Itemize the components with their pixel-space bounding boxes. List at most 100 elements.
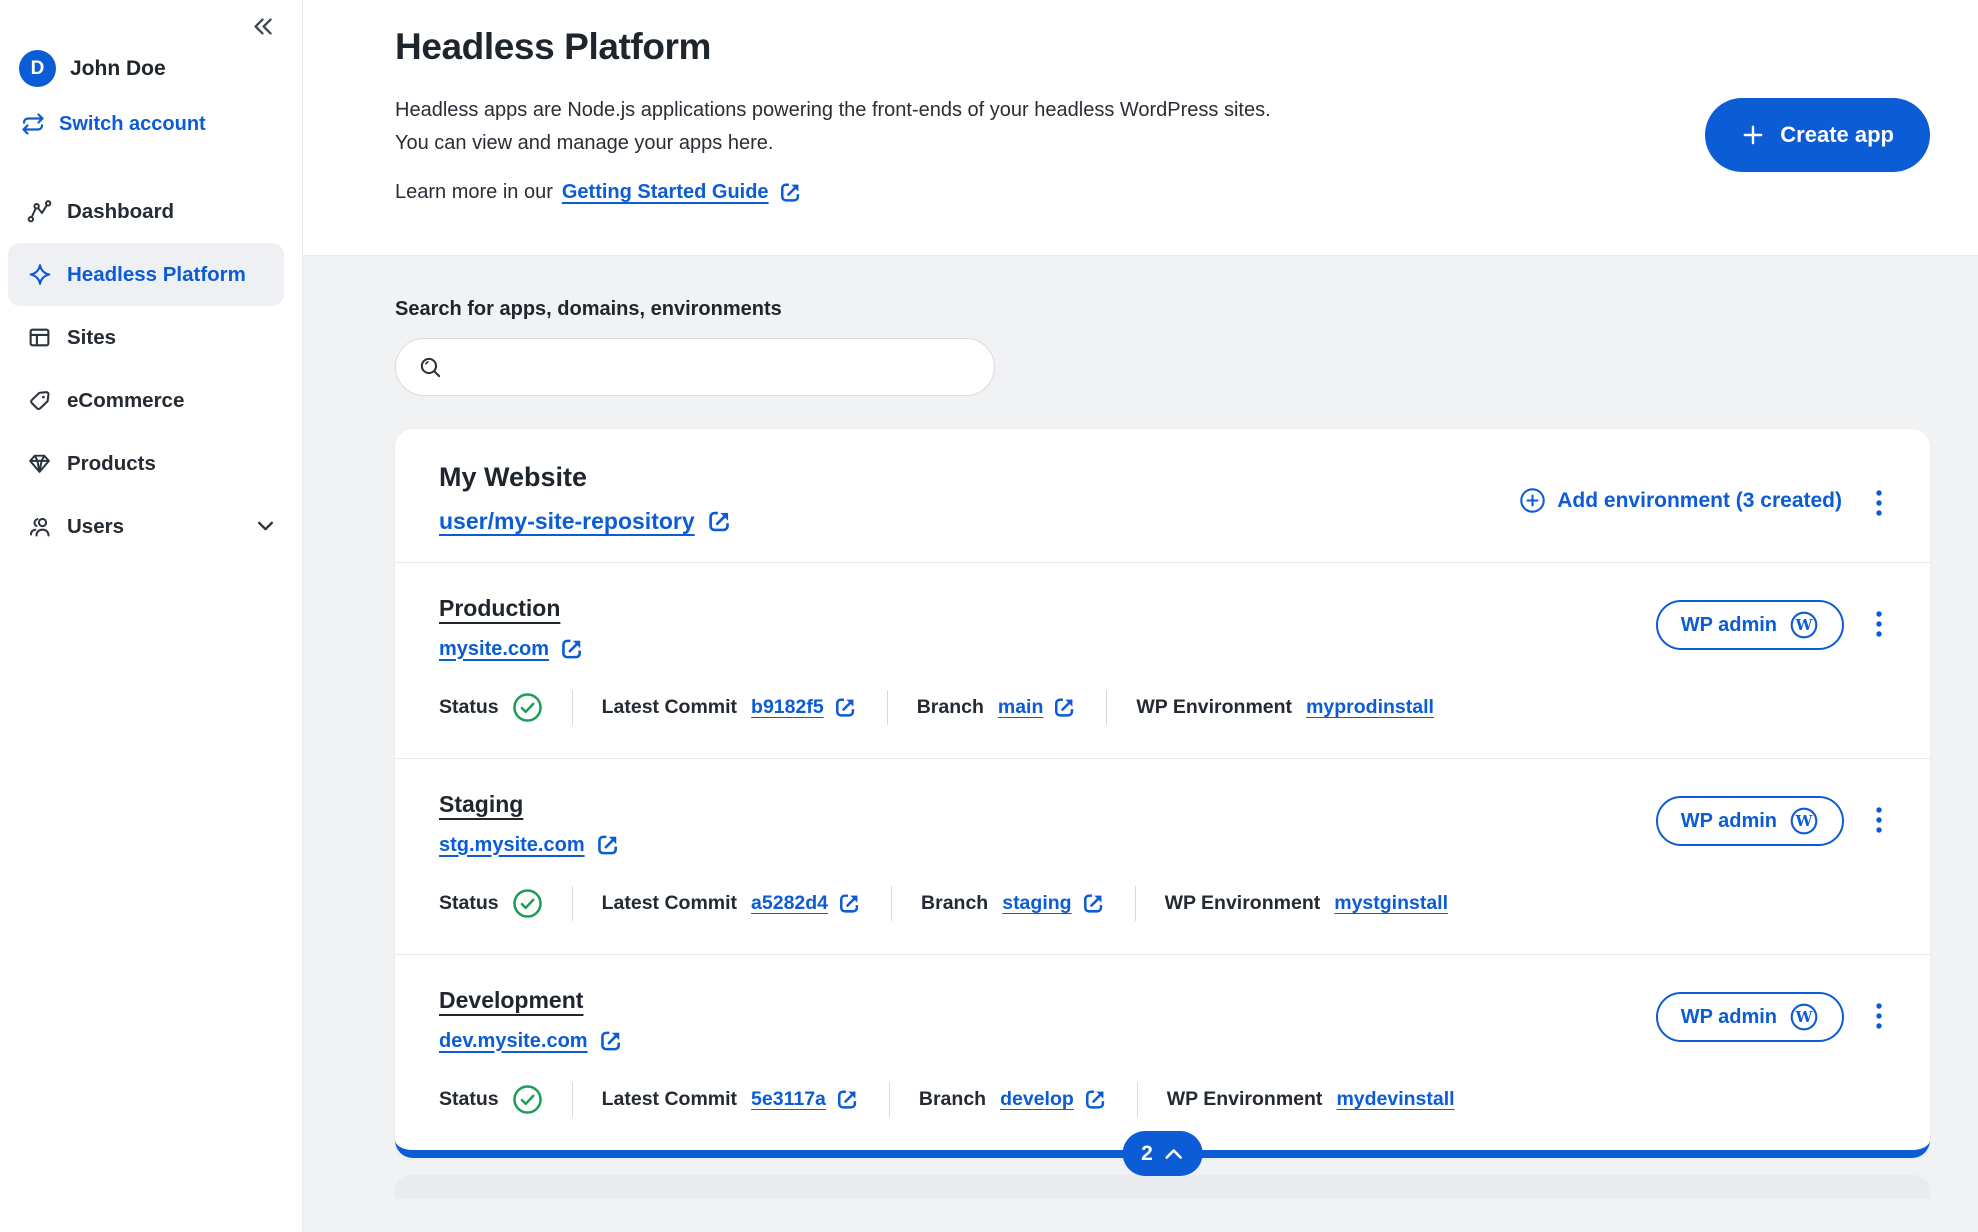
create-app-button[interactable]: Create app <box>1705 98 1930 172</box>
sidebar-item-sites[interactable]: Sites <box>8 306 284 369</box>
app-menu-button[interactable] <box>1872 487 1886 521</box>
chevron-down-icon <box>257 521 274 532</box>
branch-link[interactable]: main <box>998 695 1078 720</box>
app-title: My Website <box>439 462 733 493</box>
svg-text:W: W <box>1795 812 1814 830</box>
sidebar-item-dashboard[interactable]: Dashboard <box>8 180 284 243</box>
wordpress-icon: W <box>1789 806 1819 836</box>
latest-commit-label: Latest Commit <box>602 1088 737 1111</box>
branch-link[interactable]: develop <box>1000 1087 1108 1112</box>
user-account: D John Doe <box>19 50 302 87</box>
check-circle-icon <box>512 1084 543 1115</box>
sidebar-item-users[interactable]: Users <box>8 495 284 558</box>
kebab-icon <box>1875 806 1883 836</box>
divider <box>572 886 573 921</box>
external-link-icon <box>598 1028 624 1054</box>
environment-name-link[interactable]: Production <box>439 595 560 622</box>
wp-environment-name: mystginstall <box>1334 892 1448 915</box>
app-card-header: My Website user/my-site-repository Add e… <box>395 429 1930 562</box>
commit-hash: b9182f5 <box>751 696 824 719</box>
switch-account-label: Switch account <box>59 113 206 136</box>
divider <box>572 1082 573 1117</box>
sidebar-item-label: Products <box>67 452 156 476</box>
page-description-line2: You can view and manage your apps here. <box>395 127 1271 160</box>
branch-name: main <box>998 696 1044 719</box>
divider <box>1135 886 1136 921</box>
users-icon <box>26 513 53 540</box>
environment-section-development: Development dev.mysite.com WP admin <box>395 954 1930 1150</box>
environment-info: Production mysite.com <box>439 595 585 662</box>
branch-link[interactable]: staging <box>1002 891 1105 916</box>
avatar: D <box>19 50 56 87</box>
environment-section-production: Production mysite.com WP admin W <box>395 562 1930 758</box>
environment-name-link[interactable]: Development <box>439 987 583 1014</box>
sidebar: D John Doe Switch account Dashboard Head… <box>0 0 303 1232</box>
search-icon <box>418 355 443 380</box>
page-title: Headless Platform <box>395 26 1271 68</box>
environment-menu-button[interactable] <box>1872 804 1886 838</box>
collapse-left-icon <box>251 15 274 38</box>
wp-environment-link[interactable]: mydevinstall <box>1336 1088 1454 1111</box>
wp-admin-label: WP admin <box>1681 1006 1777 1029</box>
main-area: Headless Platform Headless apps are Node… <box>303 0 1978 1232</box>
wp-admin-label: WP admin <box>1681 614 1777 637</box>
switch-icon <box>20 112 46 136</box>
page-header-text: Headless Platform Headless apps are Node… <box>395 26 1271 255</box>
environment-domain-link[interactable]: stg.mysite.com <box>439 832 621 858</box>
sidebar-item-label: Headless Platform <box>67 263 246 287</box>
external-link-icon <box>1083 1087 1108 1112</box>
sidebar-item-ecommerce[interactable]: eCommerce <box>8 369 284 432</box>
environment-menu-button[interactable] <box>1872 608 1886 642</box>
repository-link[interactable]: user/my-site-repository <box>439 508 733 535</box>
commit-link[interactable]: a5282d4 <box>751 891 862 916</box>
branch-label: Branch <box>919 1088 986 1111</box>
wp-environment-link[interactable]: myprodinstall <box>1306 696 1434 719</box>
sidebar-item-products[interactable]: Products <box>8 432 284 495</box>
app-card-header-right: Add environment (3 created) <box>1519 487 1886 535</box>
external-link-icon <box>706 508 733 535</box>
create-app-label: Create app <box>1780 122 1894 148</box>
wordpress-icon: W <box>1789 1002 1819 1032</box>
wp-environment-name: mydevinstall <box>1336 1088 1454 1111</box>
collapsed-count: 2 <box>1141 1142 1153 1166</box>
sites-icon <box>26 324 53 351</box>
wp-environment-name: myprodinstall <box>1306 696 1434 719</box>
collapse-environments-badge[interactable]: 2 <box>1122 1131 1203 1176</box>
external-link-icon <box>559 636 585 662</box>
svg-text:W: W <box>1795 1008 1814 1026</box>
external-link-icon <box>833 695 858 720</box>
sidebar-collapse-button[interactable] <box>244 10 280 42</box>
search-input[interactable] <box>455 355 974 379</box>
dashboard-icon <box>26 198 53 225</box>
environment-domain-link[interactable]: dev.mysite.com <box>439 1028 624 1054</box>
kebab-icon <box>1875 1002 1883 1032</box>
wp-environment-link[interactable]: mystginstall <box>1334 892 1448 915</box>
commit-link[interactable]: b9182f5 <box>751 695 858 720</box>
add-environment-button[interactable]: Add environment (3 created) <box>1519 487 1842 514</box>
environment-domain-link[interactable]: mysite.com <box>439 636 585 662</box>
wp-admin-button[interactable]: WP admin W <box>1656 992 1844 1042</box>
external-link-icon <box>1052 695 1077 720</box>
environment-name-link[interactable]: Staging <box>439 791 523 818</box>
branch-label: Branch <box>921 892 988 915</box>
wp-admin-button[interactable]: WP admin W <box>1656 796 1844 846</box>
external-link-icon <box>595 832 621 858</box>
page-description-line1: Headless apps are Node.js applications p… <box>395 94 1271 127</box>
status-label: Status <box>439 1088 499 1111</box>
user-name: John Doe <box>70 57 166 81</box>
divider <box>887 690 888 725</box>
search-box <box>395 338 995 396</box>
commit-link[interactable]: 5e3117a <box>751 1087 860 1112</box>
wp-environment-label: WP Environment <box>1136 696 1292 719</box>
app-card-header-left: My Website user/my-site-repository <box>439 462 733 535</box>
wp-admin-button[interactable]: WP admin W <box>1656 600 1844 650</box>
environment-menu-button[interactable] <box>1872 1000 1886 1034</box>
sidebar-item-label: eCommerce <box>67 389 184 413</box>
switch-account-link[interactable]: Switch account <box>20 112 302 136</box>
external-link-icon <box>778 180 803 205</box>
environment-actions: WP admin W <box>1656 796 1886 846</box>
getting-started-guide-link[interactable]: Getting Started Guide <box>562 180 803 205</box>
commit-hash: 5e3117a <box>751 1088 826 1111</box>
branch-name: develop <box>1000 1088 1074 1111</box>
sidebar-item-headless-platform[interactable]: Headless Platform <box>8 243 284 306</box>
